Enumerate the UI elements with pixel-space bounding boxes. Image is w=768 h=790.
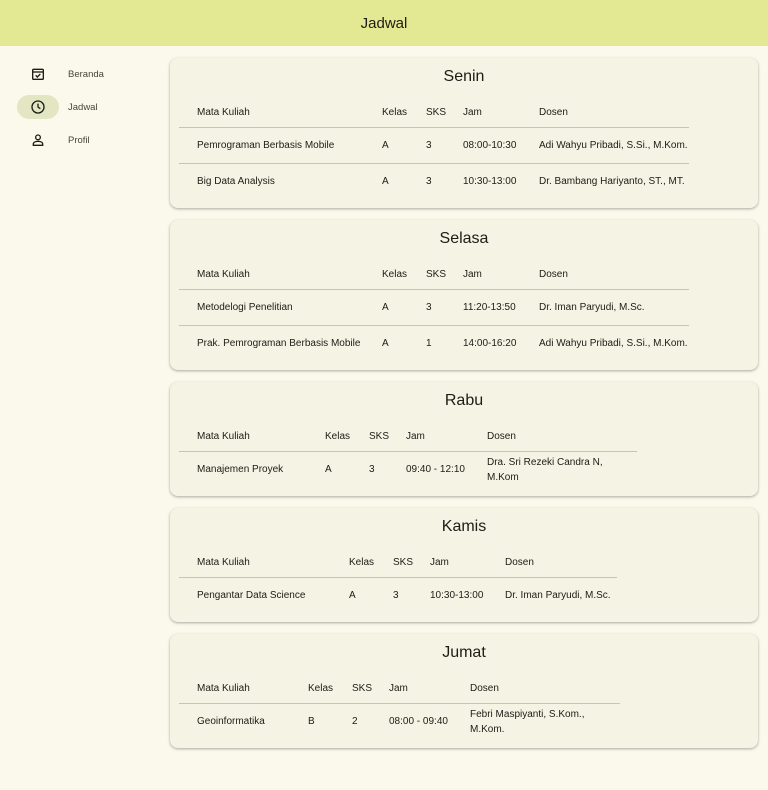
header-jam: Jam bbox=[406, 431, 425, 442]
header-matkul: Mata Kuliah bbox=[197, 269, 250, 280]
person-icon bbox=[17, 128, 59, 152]
table-row: Prak. Pemrograman Berbasis Mobile A 1 14… bbox=[179, 325, 689, 361]
cell-matkul: Pengantar Data Science bbox=[197, 590, 306, 601]
cell-kelas: B bbox=[308, 716, 315, 727]
header-kelas: Kelas bbox=[308, 683, 334, 694]
header-matkul: Mata Kuliah bbox=[197, 557, 250, 568]
table-row: Metodelogi Penelitian A 3 11:20-13:50 Dr… bbox=[179, 289, 689, 325]
day-title: Senin bbox=[443, 68, 485, 85]
cell-dosen: Dr. Iman Paryudi, M.Sc. bbox=[505, 590, 611, 601]
header-matkul: Mata Kuliah bbox=[197, 107, 250, 118]
schedule-table: Mata Kuliah Kelas SKS Jam Dosen Penganta… bbox=[179, 548, 617, 613]
cell-matkul: Pemrograman Berbasis Mobile bbox=[197, 140, 335, 151]
day-title: Kamis bbox=[441, 518, 487, 535]
cell-matkul: Manajemen Proyek bbox=[197, 464, 284, 475]
header-sks: SKS bbox=[393, 557, 414, 568]
table-row: Manajemen Proyek A 3 09:40 - 12:10 Dra. … bbox=[179, 451, 637, 487]
table-header-row: Mata Kuliah Kelas SKS Jam Dosen bbox=[179, 98, 689, 127]
clock-icon bbox=[17, 95, 59, 119]
cell-dosen: Adi Wahyu Pribadi, S.Si., M.Kom. bbox=[539, 140, 688, 151]
header-dosen: Dosen bbox=[539, 107, 568, 118]
cell-kelas: A bbox=[382, 140, 389, 151]
header-sks: SKS bbox=[352, 683, 373, 694]
cell-sks: 3 bbox=[426, 140, 432, 151]
cell-dosen: Adi Wahyu Pribadi, S.Si., M.Kom. bbox=[539, 338, 688, 349]
cell-dosen: Dr. Iman Paryudi, M.Sc. bbox=[539, 302, 645, 313]
nav-item-jadwal[interactable]: Jadwal bbox=[17, 95, 157, 119]
cell-matkul: Metodelogi Penelitian bbox=[197, 302, 293, 313]
table-header-row: Mata Kuliah Kelas SKS Jam Dosen bbox=[179, 260, 689, 289]
header-matkul: Mata Kuliah bbox=[197, 683, 250, 694]
cell-dosen: Dr. Bambang Hariyanto, ST., MT. bbox=[539, 176, 685, 187]
header-dosen: Dosen bbox=[470, 683, 499, 694]
app-title: Jadwal bbox=[360, 14, 408, 32]
cell-matkul: Geoinformatika bbox=[197, 716, 265, 727]
schedule-table: Mata Kuliah Kelas SKS Jam Dosen Metodelo… bbox=[179, 260, 689, 361]
nav-item-profil[interactable]: Profil bbox=[17, 128, 157, 152]
day-title: Jumat bbox=[442, 644, 486, 661]
cell-dosen: Febri Maspiyanti, S.Kom., M.Kom. bbox=[470, 708, 585, 735]
day-title: Selasa bbox=[439, 230, 489, 247]
cell-sks: 3 bbox=[426, 302, 432, 313]
cell-jam: 10:30-13:00 bbox=[463, 176, 517, 187]
cell-jam: 08:00-10:30 bbox=[463, 140, 517, 151]
schedule-table: Mata Kuliah Kelas SKS Jam Dosen Manajeme… bbox=[179, 422, 637, 487]
app-bar: Jadwal bbox=[0, 0, 768, 46]
header-jam: Jam bbox=[430, 557, 449, 568]
header-kelas: Kelas bbox=[382, 269, 408, 280]
header-kelas: Kelas bbox=[325, 431, 351, 442]
table-row: Big Data Analysis A 3 10:30-13:00 Dr. Ba… bbox=[179, 163, 689, 199]
header-sks: SKS bbox=[369, 431, 390, 442]
header-kelas: Kelas bbox=[349, 557, 375, 568]
day-card-kamis: Kamis Mata Kuliah Kelas SKS Jam Dosen Pe… bbox=[170, 508, 758, 622]
day-title: Rabu bbox=[444, 392, 484, 409]
header-jam: Jam bbox=[463, 107, 482, 118]
cell-jam: 14:00-16:20 bbox=[463, 338, 517, 349]
schedule-table: Mata Kuliah Kelas SKS Jam Dosen Geoinfor… bbox=[179, 674, 620, 739]
header-sks: SKS bbox=[426, 107, 447, 118]
nav-item-beranda[interactable]: Beranda bbox=[17, 62, 157, 86]
cell-sks: 3 bbox=[393, 590, 399, 601]
cell-kelas: A bbox=[349, 590, 356, 601]
header-dosen: Dosen bbox=[505, 557, 534, 568]
cell-kelas: A bbox=[382, 338, 389, 349]
header-dosen: Dosen bbox=[487, 431, 516, 442]
cell-kelas: A bbox=[382, 176, 389, 187]
cell-matkul: Prak. Pemrograman Berbasis Mobile bbox=[197, 338, 361, 349]
day-card-selasa: Selasa Mata Kuliah Kelas SKS Jam Dosen M… bbox=[170, 220, 758, 370]
day-card-rabu: Rabu Mata Kuliah Kelas SKS Jam Dosen Man… bbox=[170, 382, 758, 496]
header-dosen: Dosen bbox=[539, 269, 568, 280]
header-kelas: Kelas bbox=[382, 107, 408, 118]
table-row: Geoinformatika B 2 08:00 - 09:40 Febri M… bbox=[179, 703, 620, 739]
nav-label-beranda: Beranda bbox=[68, 68, 104, 80]
header-matkul: Mata Kuliah bbox=[197, 431, 250, 442]
header-jam: Jam bbox=[463, 269, 482, 280]
cell-dosen: Dra. Sri Rezeki Candra N, M.Kom bbox=[487, 456, 603, 483]
cell-sks: 2 bbox=[352, 716, 358, 727]
cell-sks: 3 bbox=[369, 464, 375, 475]
nav-label-profil: Profil bbox=[68, 134, 90, 146]
day-card-jumat: Jumat Mata Kuliah Kelas SKS Jam Dosen Ge… bbox=[170, 634, 758, 748]
cell-kelas: A bbox=[382, 302, 389, 313]
navigation-rail: Beranda Jadwal Profil bbox=[0, 46, 165, 790]
cell-sks: 1 bbox=[426, 338, 432, 349]
header-sks: SKS bbox=[426, 269, 447, 280]
nav-label-jadwal: Jadwal bbox=[68, 101, 98, 113]
cell-kelas: A bbox=[325, 464, 332, 475]
cell-jam: 09:40 - 12:10 bbox=[406, 464, 465, 475]
cell-matkul: Big Data Analysis bbox=[197, 176, 275, 187]
table-row: Pemrograman Berbasis Mobile A 3 08:00-10… bbox=[179, 127, 689, 163]
calendar-check-icon bbox=[17, 62, 59, 86]
cell-sks: 3 bbox=[426, 176, 432, 187]
cell-jam: 10:30-13:00 bbox=[430, 590, 484, 601]
day-card-senin: Senin Mata Kuliah Kelas SKS Jam Dosen Pe… bbox=[170, 58, 758, 208]
table-row: Pengantar Data Science A 3 10:30-13:00 D… bbox=[179, 577, 617, 613]
table-header-row: Mata Kuliah Kelas SKS Jam Dosen bbox=[179, 422, 637, 451]
table-header-row: Mata Kuliah Kelas SKS Jam Dosen bbox=[179, 548, 617, 577]
cell-jam: 08:00 - 09:40 bbox=[389, 716, 448, 727]
schedule-table: Mata Kuliah Kelas SKS Jam Dosen Pemrogra… bbox=[179, 98, 689, 199]
table-header-row: Mata Kuliah Kelas SKS Jam Dosen bbox=[179, 674, 620, 703]
cell-jam: 11:20-13:50 bbox=[463, 302, 516, 313]
header-jam: Jam bbox=[389, 683, 408, 694]
